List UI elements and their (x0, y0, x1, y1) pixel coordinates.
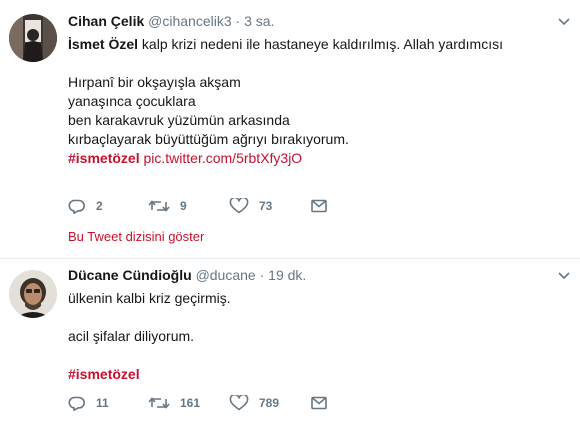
like-count: 73 (259, 199, 273, 213)
reply-count: 11 (96, 396, 109, 410)
separator: · (259, 267, 265, 283)
retweet-icon (148, 200, 170, 212)
like-button[interactable]: 789 (229, 393, 279, 413)
reply-icon (68, 396, 85, 411)
envelope-icon (311, 396, 327, 410)
avatar[interactable] (9, 270, 57, 318)
tweet-text: ülkenin kalbi kriz geçirmiş. acil şifala… (68, 289, 231, 384)
poem-line: Hırpanî bir okşayışla akşam (68, 74, 241, 90)
tweet-line: acil şifalar diliyorum. (68, 328, 195, 344)
media-link[interactable]: pic.twitter.com/5rbtXfy3jO (143, 150, 302, 166)
poem-line: yanaşınca çocuklara (68, 93, 196, 109)
hashtag-link[interactable]: #ismetözel (68, 366, 140, 382)
envelope-icon (311, 199, 327, 213)
avatar[interactable] (9, 14, 57, 62)
reply-icon (68, 199, 85, 214)
tweet-time[interactable]: 19 dk. (268, 267, 306, 283)
first-line-text: kalp krizi nedeni ile hastaneye kaldırıl… (138, 36, 503, 52)
tweet-time[interactable]: 3 sa. (244, 13, 274, 29)
tweet-first-line: İsmet Özel kalp krizi nedeni ile hastane… (68, 35, 503, 54)
like-count: 789 (259, 396, 280, 410)
retweet-button[interactable]: 9 (148, 196, 187, 216)
retweet-count: 161 (180, 396, 201, 410)
avatar-image (9, 14, 57, 62)
poem-line: kırbaçlayarak büyüttüğüm ağrıyı bırakıyo… (68, 131, 349, 147)
chevron-down-icon[interactable] (558, 269, 570, 283)
retweet-icon (148, 397, 170, 409)
poem-line: ben karakavruk yüzümün arkasında (68, 112, 290, 128)
author-name[interactable]: Cihan Çelik (68, 13, 144, 29)
retweet-button[interactable]: 161 (148, 393, 200, 413)
author-handle[interactable]: @ducane (196, 267, 256, 283)
reply-button[interactable]: 2 (68, 196, 103, 216)
heart-icon (229, 395, 249, 411)
tweet[interactable]: Dücane Cündioğlu @ducane · 19 dk. ülkeni… (0, 258, 580, 423)
reply-count: 2 (96, 199, 103, 213)
retweet-count: 9 (180, 199, 187, 213)
author-handle[interactable]: @cihancelik3 (148, 13, 231, 29)
tweet-header: Dücane Cündioğlu @ducane · 19 dk. (68, 267, 306, 283)
tweet[interactable]: Cihan Çelik @cihancelik3 · 3 sa. İsmet Ö… (0, 0, 580, 258)
tweet-header: Cihan Çelik @cihancelik3 · 3 sa. (68, 13, 274, 29)
author-name[interactable]: Dücane Cündioğlu (68, 267, 192, 283)
like-button[interactable]: 73 (229, 196, 272, 216)
separator: · (235, 13, 241, 29)
hashtag-link[interactable]: #ismetözel (68, 150, 140, 166)
heart-icon (229, 198, 249, 214)
mention-text: İsmet Özel (68, 36, 139, 52)
reply-button[interactable]: 11 (68, 393, 109, 413)
avatar-image (9, 270, 57, 318)
tweet-line: ülkenin kalbi kriz geçirmiş. (68, 290, 231, 306)
chevron-down-icon[interactable] (558, 15, 570, 29)
show-thread-link[interactable]: Bu Tweet dizisini göster (68, 229, 204, 244)
direct-message-button[interactable] (310, 393, 328, 413)
direct-message-button[interactable] (310, 196, 328, 216)
tweet-text: İsmet Özel kalp krizi nedeni ile hastane… (68, 35, 503, 168)
